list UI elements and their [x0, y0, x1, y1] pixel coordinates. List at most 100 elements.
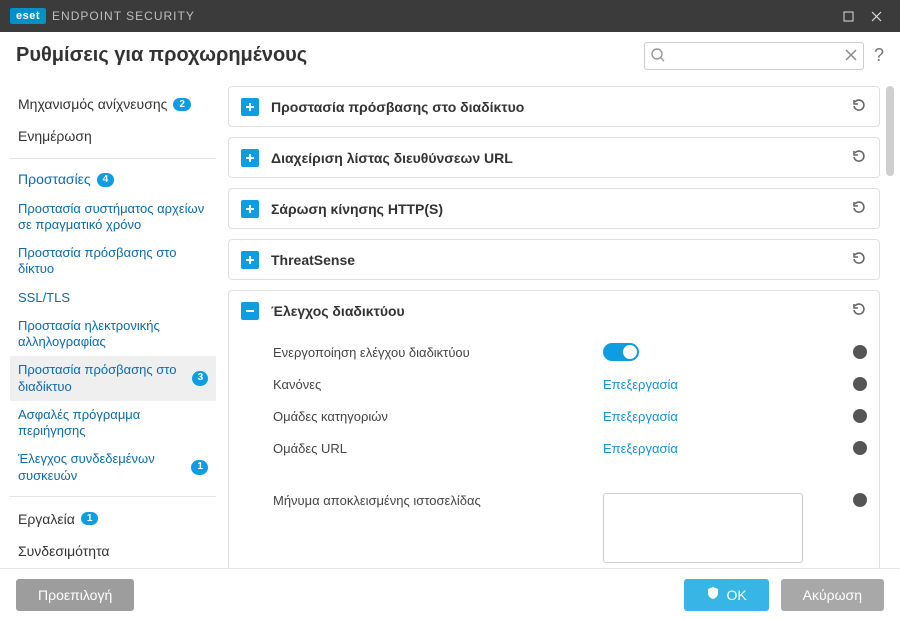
expand-icon[interactable] [241, 149, 259, 167]
setting-row-2: Ομάδες κατηγοριώνΕπεξεργασία i [273, 400, 867, 432]
setting-row-3: Ομάδες URLΕπεξεργασία i [273, 432, 867, 464]
setting-label: Ενεργοποίηση ελέγχου διαδικτύου [273, 345, 603, 360]
edit-link[interactable]: Επεξεργασία [603, 441, 678, 456]
reset-icon[interactable] [851, 301, 867, 320]
search-clear-icon[interactable] [844, 48, 858, 65]
sidebar-item-7[interactable]: Προστασία ηλεκτρονικής αλληλογραφίας [10, 312, 216, 357]
setting-control [603, 493, 803, 566]
setting-label: Κανόνες [273, 377, 603, 392]
sidebar-item-14[interactable]: Περιβάλλον χρήστη [10, 567, 216, 568]
setting-label: Μήνυμα αποκλεισμένης ιστοσελίδας [273, 493, 603, 508]
setting-control [603, 343, 783, 361]
reset-icon[interactable] [851, 148, 867, 167]
shield-icon [706, 586, 720, 603]
panel-title: ThreatSense [271, 252, 839, 268]
panel-title: Διαχείριση λίστας διευθύνσεων URL [271, 150, 839, 166]
sidebar-item-8[interactable]: Προστασία πρόσβασης στο διαδίκτυο 3 [10, 356, 216, 401]
help-button[interactable]: ? [874, 45, 884, 66]
collapse-icon[interactable] [241, 302, 259, 320]
brand-badge: eset [10, 8, 46, 24]
search-input[interactable] [644, 42, 864, 70]
sidebar-badge: 1 [191, 460, 208, 475]
ok-button[interactable]: OK [684, 579, 768, 611]
panel-4: Έλεγχος διαδικτύου Ενεργοποίηση ελέγχου δ… [228, 290, 880, 568]
topbar: Ρυθμίσεις για προχωρημένους ? [0, 32, 900, 80]
panel-header[interactable]: Έλεγχος διαδικτύου [229, 291, 879, 330]
expand-icon[interactable] [241, 251, 259, 269]
sidebar-item-9[interactable]: Ασφαλές πρόγραμμα περιήγησης [10, 401, 216, 446]
panel-header[interactable]: ThreatSense [229, 240, 879, 279]
panel-body: Ενεργοποίηση ελέγχου διαδικτύουiΚανόνεςΕ… [229, 330, 879, 568]
sidebar-item-label: Μηχανισμός ανίχνευσης [18, 96, 167, 112]
panel-header[interactable]: Σάρωση κίνησης HTTP(S) [229, 189, 879, 228]
sidebar-item-label: Προστασία πρόσβασης στο διαδίκτυο [18, 362, 186, 395]
sidebar-item-12[interactable]: Εργαλεία 1 [10, 503, 216, 535]
sidebar-item-label: Προστασία πρόσβασης στο δίκτυο [18, 245, 208, 278]
footer: Προεπιλογή OK Ακύρωση [0, 568, 900, 620]
toggle-switch[interactable] [603, 343, 639, 361]
cancel-button[interactable]: Ακύρωση [781, 579, 884, 611]
sidebar-item-13[interactable]: Συνδεσιμότητα [10, 535, 216, 567]
setting-row-0: Ενεργοποίηση ελέγχου διαδικτύου i [273, 336, 867, 368]
sidebar-item-label: Συνδεσιμότητα [18, 543, 110, 559]
sidebar-item-4[interactable]: Προστασία συστήματος αρχείων σε πραγματι… [10, 195, 216, 240]
sidebar-item-label: Εργαλεία [18, 511, 75, 527]
reset-icon[interactable] [851, 199, 867, 218]
search-wrap [644, 42, 864, 70]
panel-title: Προστασία πρόσβασης στο διαδίκτυο [271, 99, 839, 115]
setting-label: Ομάδες κατηγοριών [273, 409, 603, 424]
reset-icon[interactable] [851, 97, 867, 116]
info-icon[interactable]: i [853, 409, 867, 423]
panel-title: Σάρωση κίνησης HTTP(S) [271, 201, 839, 217]
sidebar-item-label: SSL/TLS [18, 290, 70, 306]
sidebar-badge: 3 [192, 371, 208, 386]
content-scrollbar[interactable] [886, 86, 894, 562]
sidebar-item-1[interactable]: Ενημέρωση [10, 120, 216, 152]
default-button[interactable]: Προεπιλογή [16, 579, 134, 611]
blocked-message-textarea[interactable] [603, 493, 803, 563]
ok-button-label: OK [726, 587, 746, 603]
panel-title: Έλεγχος διαδικτύου [271, 303, 839, 319]
info-icon[interactable]: i [853, 493, 867, 507]
sidebar-item-label: Προστασίες [18, 171, 91, 189]
panel-2: Σάρωση κίνησης HTTP(S) [228, 188, 880, 229]
sidebar-item-label: Ασφαλές πρόγραμμα περιήγησης [18, 407, 208, 440]
sidebar-item-label: Έλεγχος συνδεδεμένων συσκευών [18, 451, 185, 484]
sidebar-badge: 1 [81, 512, 99, 525]
brand-product: ENDPOINT SECURITY [52, 9, 195, 23]
sidebar-item-3[interactable]: Προστασίες 4 [10, 165, 216, 195]
panel-header[interactable]: Διαχείριση λίστας διευθύνσεων URL [229, 138, 879, 177]
sidebar-item-0[interactable]: Μηχανισμός ανίχνευσης 2 [10, 88, 216, 120]
sidebar-badge: 4 [97, 173, 115, 188]
window-close-button[interactable] [862, 2, 890, 30]
panel-0: Προστασία πρόσβασης στο διαδίκτυο [228, 86, 880, 127]
sidebar-item-label: Προστασία συστήματος αρχείων σε πραγματι… [18, 201, 208, 234]
info-icon[interactable]: i [853, 345, 867, 359]
setting-control: Επεξεργασία [603, 377, 783, 392]
info-icon[interactable]: i [853, 377, 867, 391]
setting-label: Ομάδες URL [273, 441, 603, 456]
sidebar-divider [10, 496, 216, 497]
panel-1: Διαχείριση λίστας διευθύνσεων URL [228, 137, 880, 178]
expand-icon[interactable] [241, 200, 259, 218]
sidebar-item-label: Ενημέρωση [18, 128, 92, 144]
reset-icon[interactable] [851, 250, 867, 269]
panel-3: ThreatSense [228, 239, 880, 280]
info-icon[interactable]: i [853, 441, 867, 455]
content: Προστασία πρόσβασης στο διαδίκτυο Διαχείρ… [220, 80, 900, 568]
titlebar: eset ENDPOINT SECURITY [0, 0, 900, 32]
sidebar-item-6[interactable]: SSL/TLS [10, 284, 216, 312]
setting-row-1: ΚανόνεςΕπεξεργασία i [273, 368, 867, 400]
expand-icon[interactable] [241, 98, 259, 116]
sidebar-item-5[interactable]: Προστασία πρόσβασης στο δίκτυο [10, 239, 216, 284]
edit-link[interactable]: Επεξεργασία [603, 377, 678, 392]
sidebar-item-label: Προστασία ηλεκτρονικής αλληλογραφίας [18, 318, 208, 351]
sidebar-item-10[interactable]: Έλεγχος συνδεδεμένων συσκευών 1 [10, 445, 216, 490]
sidebar-badge: 2 [173, 98, 191, 111]
sidebar: Μηχανισμός ανίχνευσης 2 Ενημέρωση Προστασίε… [0, 80, 220, 568]
edit-link[interactable]: Επεξεργασία [603, 409, 678, 424]
panel-header[interactable]: Προστασία πρόσβασης στο διαδίκτυο [229, 87, 879, 126]
setting-control: Επεξεργασία [603, 409, 783, 424]
setting-control: Επεξεργασία [603, 441, 783, 456]
window-maximize-button[interactable] [834, 2, 862, 30]
